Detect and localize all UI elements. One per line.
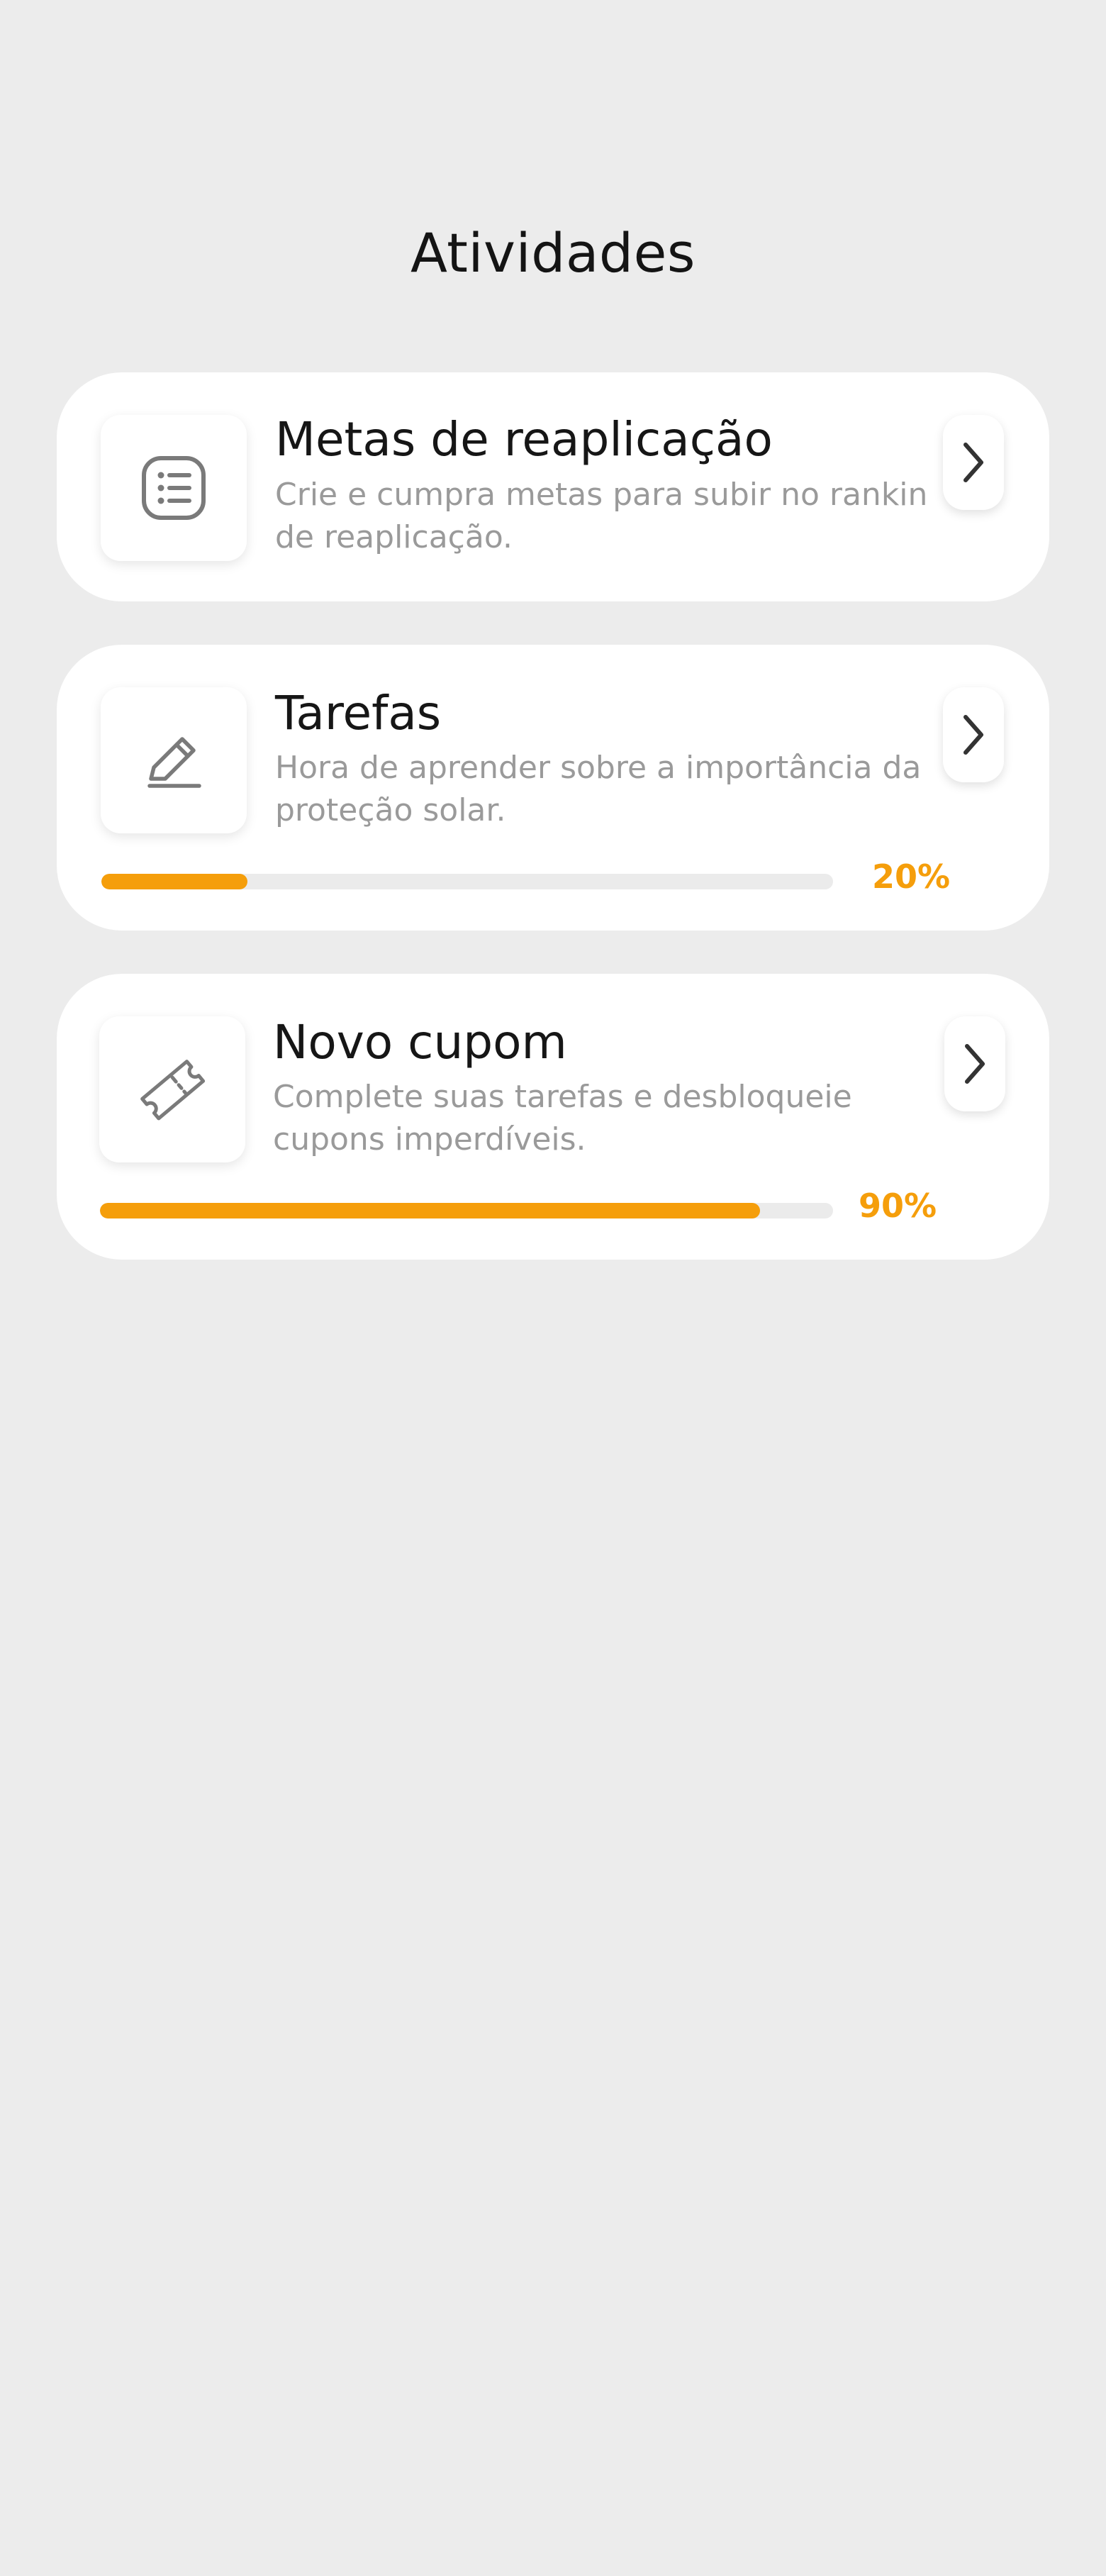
progress-fill [100, 1203, 760, 1218]
progress-bar [101, 874, 833, 889]
open-tarefas-button[interactable] [943, 687, 1004, 782]
list-icon-container [101, 415, 247, 561]
card-title: Novo cupom [273, 1015, 567, 1070]
chevron-right-icon [963, 715, 983, 755]
card-description: Hora de aprender sobre a importância da … [275, 750, 922, 828]
progress-bar [100, 1203, 833, 1218]
list-icon [142, 456, 206, 520]
activity-card-tarefas[interactable]: Tarefas Hora de aprender sobre a importâ… [57, 645, 1049, 931]
pencil-icon [147, 737, 201, 788]
pencil-icon-container [101, 687, 247, 833]
ticket-icon [140, 1060, 206, 1121]
chevron-right-icon [963, 443, 983, 482]
page-title: Atividades [410, 221, 696, 284]
chevron-right-icon [965, 1044, 985, 1084]
activity-card-metas[interactable]: Metas de reaplicação Crie e cumpra metas… [57, 372, 1049, 601]
progress-label: 20% [872, 857, 951, 896]
progress-label: 90% [859, 1187, 937, 1225]
card-description: Complete suas tarefas e desbloqueie cupo… [273, 1079, 852, 1157]
card-title: Metas de reaplicação [275, 412, 773, 467]
ticket-icon-container [99, 1016, 245, 1162]
progress-fill [101, 874, 248, 889]
open-metas-button[interactable] [943, 415, 1004, 510]
card-description: Crie e cumpra metas para subir no rankin… [275, 477, 928, 555]
activity-card-cupom[interactable]: Novo cupom Complete suas tarefas e desbl… [57, 974, 1049, 1260]
card-title: Tarefas [275, 686, 442, 740]
open-cupom-button[interactable] [944, 1016, 1005, 1111]
